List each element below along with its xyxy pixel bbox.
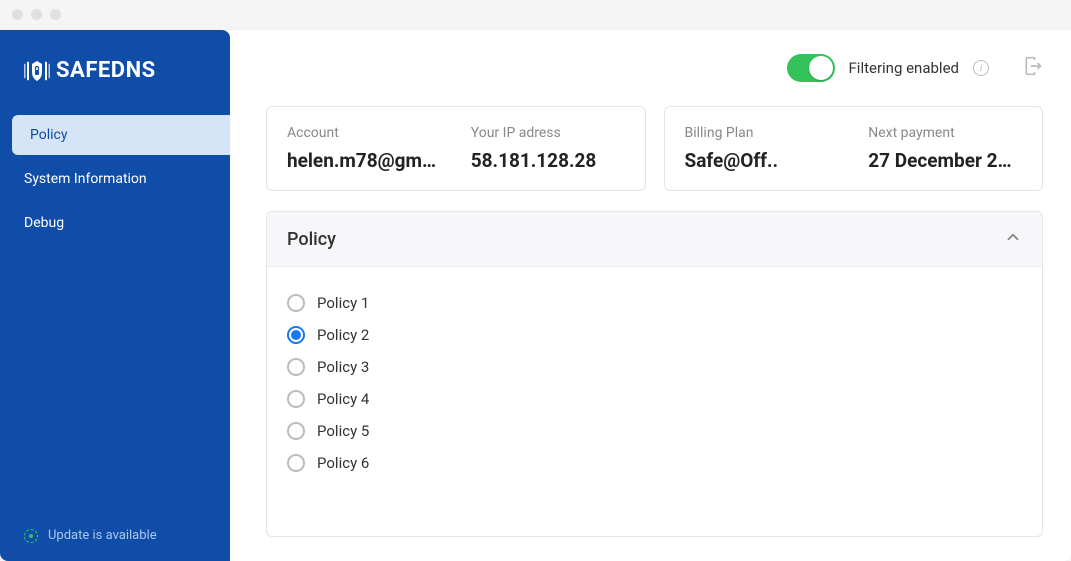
next-payment-label: Next payment xyxy=(868,125,1022,141)
billing-card: Billing Plan Safe@Off.. Next payment 27 … xyxy=(664,106,1044,191)
radio-icon xyxy=(287,390,305,408)
window-maximize-dot[interactable] xyxy=(50,9,61,20)
policy-option-5[interactable]: Policy 5 xyxy=(287,415,1022,447)
sidebar-item-debug[interactable]: Debug xyxy=(0,203,230,243)
policy-option-label: Policy 5 xyxy=(317,422,369,440)
account-value: helen.m78@gma.. xyxy=(287,149,441,172)
policy-option-label: Policy 1 xyxy=(317,294,369,312)
radio-icon xyxy=(287,358,305,376)
policy-option-1[interactable]: Policy 1 xyxy=(287,287,1022,319)
sidebar: SAFEDNS Policy System Information Debug … xyxy=(0,30,230,561)
app-window: SAFEDNS Policy System Information Debug … xyxy=(0,0,1071,561)
policy-option-3[interactable]: Policy 3 xyxy=(287,351,1022,383)
policy-option-label: Policy 6 xyxy=(317,454,369,472)
ip-value: 58.181.128.28 xyxy=(471,149,625,172)
sidebar-item-policy[interactable]: Policy xyxy=(12,115,230,155)
radio-icon xyxy=(287,294,305,312)
policy-panel-title: Policy xyxy=(287,229,336,250)
policy-option-4[interactable]: Policy 4 xyxy=(287,383,1022,415)
nav-label: Policy xyxy=(30,127,68,143)
account-card: Account helen.m78@gma.. Your IP adress 5… xyxy=(266,106,646,191)
info-cards: Account helen.m78@gma.. Your IP adress 5… xyxy=(266,106,1043,191)
window-minimize-dot[interactable] xyxy=(31,9,42,20)
policy-panel: Policy Policy 1 Policy 2 xyxy=(266,211,1043,537)
filtering-label: Filtering enabled xyxy=(849,59,960,77)
nav-label: Debug xyxy=(24,215,64,231)
policy-option-label: Policy 2 xyxy=(317,326,369,344)
radio-icon xyxy=(287,422,305,440)
update-available-icon xyxy=(24,529,38,543)
policy-option-6[interactable]: Policy 6 xyxy=(287,447,1022,479)
account-field: Account helen.m78@gma.. xyxy=(287,125,441,172)
plan-field: Billing Plan Safe@Off.. xyxy=(685,125,839,172)
next-payment-field: Next payment 27 December 2022 xyxy=(868,125,1022,172)
logout-icon[interactable] xyxy=(1023,56,1043,80)
plan-value: Safe@Off.. xyxy=(685,149,839,172)
policy-option-2[interactable]: Policy 2 xyxy=(287,319,1022,351)
policy-option-label: Policy 4 xyxy=(317,390,369,408)
ip-field: Your IP adress 58.181.128.28 xyxy=(471,125,625,172)
brand-text: SAFEDNS xyxy=(56,58,156,83)
ip-label: Your IP adress xyxy=(471,125,625,141)
radio-icon xyxy=(287,454,305,472)
window-close-dot[interactable] xyxy=(12,9,23,20)
plan-label: Billing Plan xyxy=(685,125,839,141)
filtering-toggle[interactable] xyxy=(787,54,835,82)
sidebar-nav: Policy System Information Debug xyxy=(0,115,230,247)
next-payment-value: 27 December 2022 xyxy=(868,149,1022,172)
chevron-up-icon[interactable] xyxy=(1004,228,1022,250)
policy-panel-body: Policy 1 Policy 2 Policy 3 Policy 4 xyxy=(267,267,1042,536)
sidebar-footer[interactable]: Update is available xyxy=(0,510,230,561)
brand-logo: SAFEDNS xyxy=(0,58,230,115)
info-icon[interactable]: i xyxy=(973,60,989,76)
shield-icon xyxy=(24,59,50,83)
account-label: Account xyxy=(287,125,441,141)
app-body: SAFEDNS Policy System Information Debug … xyxy=(0,30,1071,561)
sidebar-item-system-information[interactable]: System Information xyxy=(0,159,230,199)
topbar: Filtering enabled i xyxy=(266,54,1043,82)
main-content: Filtering enabled i Account helen.m78@gm… xyxy=(230,30,1071,561)
window-titlebar xyxy=(0,0,1071,30)
nav-label: System Information xyxy=(24,171,147,187)
update-text: Update is available xyxy=(48,528,157,543)
policy-panel-header[interactable]: Policy xyxy=(267,212,1042,267)
radio-icon xyxy=(287,326,305,344)
policy-option-label: Policy 3 xyxy=(317,358,369,376)
